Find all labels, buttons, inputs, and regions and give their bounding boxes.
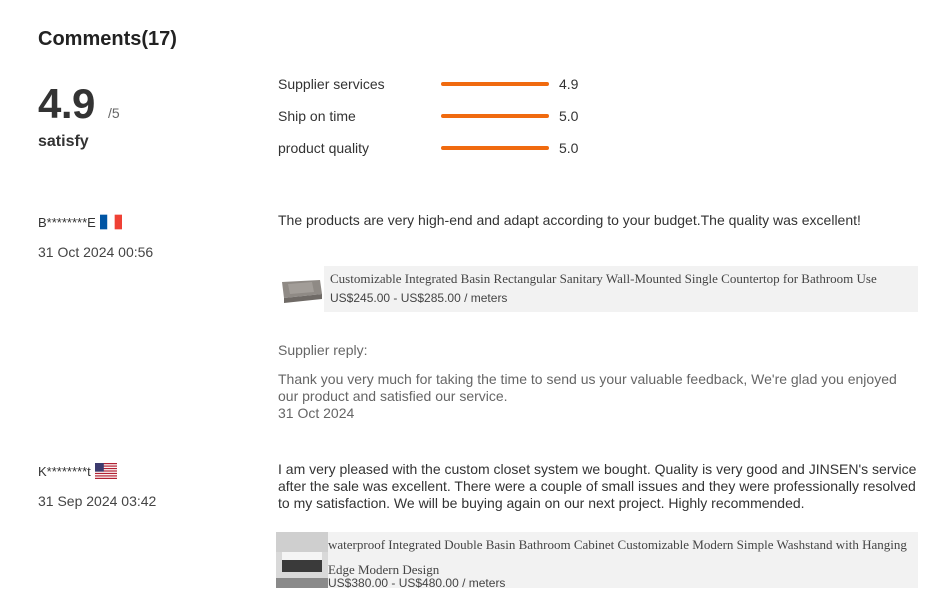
rating-bar <box>441 114 549 118</box>
reviewer-id: K********t <box>38 463 91 479</box>
rating-bar <box>441 146 549 150</box>
rating-value: 5.0 <box>559 140 579 156</box>
product-thumbnail[interactable] <box>276 532 328 588</box>
product-title[interactable]: Customizable Integrated Basin Rectangula… <box>330 271 877 287</box>
cabinet-image-icon <box>276 532 328 588</box>
review-date: 31 Sep 2024 03:42 <box>38 493 157 509</box>
product-title[interactable]: waterproof Integrated Double Basin Bathr… <box>328 532 914 582</box>
basin-image-icon <box>278 266 324 312</box>
us-flag-icon <box>94 463 117 479</box>
reviewer-name: B********E <box>38 214 122 230</box>
review-text: I am very pleased with the custom closet… <box>278 461 917 511</box>
rating-value: 4.9 <box>559 76 579 92</box>
product-price: US$245.00 - US$285.00 / meters <box>330 291 508 305</box>
overall-score: 4.9 <box>38 80 95 127</box>
product-card[interactable]: waterproof Integrated Double Basin Bathr… <box>276 532 918 590</box>
satisfaction-label: satisfy <box>38 133 89 150</box>
rating-value: 5.0 <box>559 108 579 124</box>
supplier-reply-date: 31 Oct 2024 <box>278 405 355 421</box>
supplier-reply-heading: Supplier reply: <box>278 342 368 358</box>
comments-title: Comments(17) <box>38 28 177 50</box>
review-text: The products are very high-end and adapt… <box>278 212 861 228</box>
review-date: 31 Oct 2024 00:56 <box>38 244 154 260</box>
rating-row-ship-on-time: Ship on time 5.0 <box>278 107 598 127</box>
france-flag-icon <box>99 214 122 230</box>
product-thumbnail[interactable] <box>278 266 324 312</box>
score-max: /5 <box>108 105 120 121</box>
supplier-reply-text: Thank you very much for taking the time … <box>278 371 897 404</box>
rating-label: product quality <box>278 140 370 156</box>
rating-row-product-quality: product quality 5.0 <box>278 139 598 159</box>
product-card[interactable]: Customizable Integrated Basin Rectangula… <box>278 266 918 312</box>
rating-label: Ship on time <box>278 108 356 124</box>
rating-label: Supplier services <box>278 76 385 92</box>
reviewer-name: K********t <box>38 463 117 479</box>
reviewer-id: B********E <box>38 214 96 230</box>
rating-row-supplier-services: Supplier services 4.9 <box>278 75 598 95</box>
product-price: US$380.00 - US$480.00 / meters <box>328 576 506 590</box>
rating-bar <box>441 82 549 86</box>
